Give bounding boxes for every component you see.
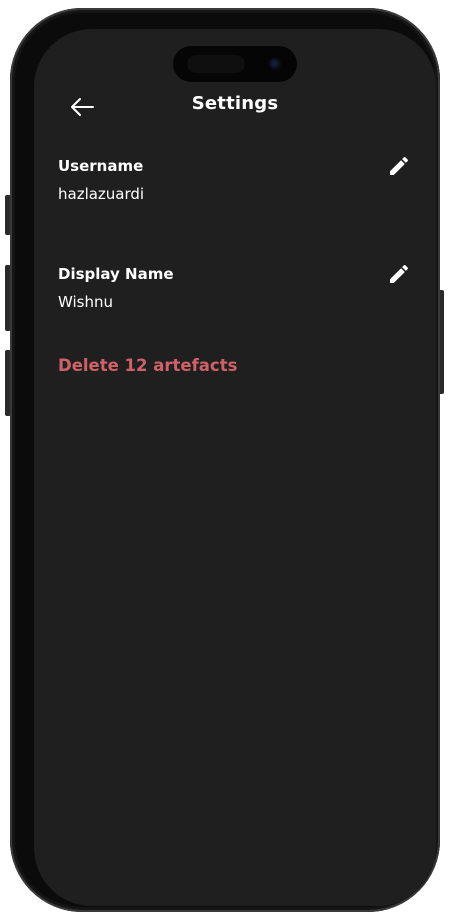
username-label: Username: [58, 157, 144, 175]
delete-artefacts-button[interactable]: Delete 12 artefacts: [58, 356, 237, 375]
display-name-value: Wishnu: [58, 293, 114, 311]
device-mockup: Settings Username hazlazuardi Display Na…: [0, 0, 450, 920]
page-title: Settings: [191, 93, 279, 114]
pencil-icon: [390, 264, 409, 283]
display-name-label: Display Name: [58, 265, 174, 283]
edit-display-name-button[interactable]: [386, 261, 412, 287]
settings-screen: Settings Username hazlazuardi Display Na…: [34, 29, 436, 906]
edit-username-button[interactable]: [386, 153, 412, 179]
front-camera: [269, 58, 281, 70]
phone-frame: Settings Username hazlazuardi Display Na…: [10, 8, 440, 912]
username-value: hazlazuardi: [58, 185, 145, 203]
dynamic-island: [173, 46, 297, 82]
face-id-sensor: [187, 55, 245, 73]
pencil-icon: [390, 156, 409, 175]
